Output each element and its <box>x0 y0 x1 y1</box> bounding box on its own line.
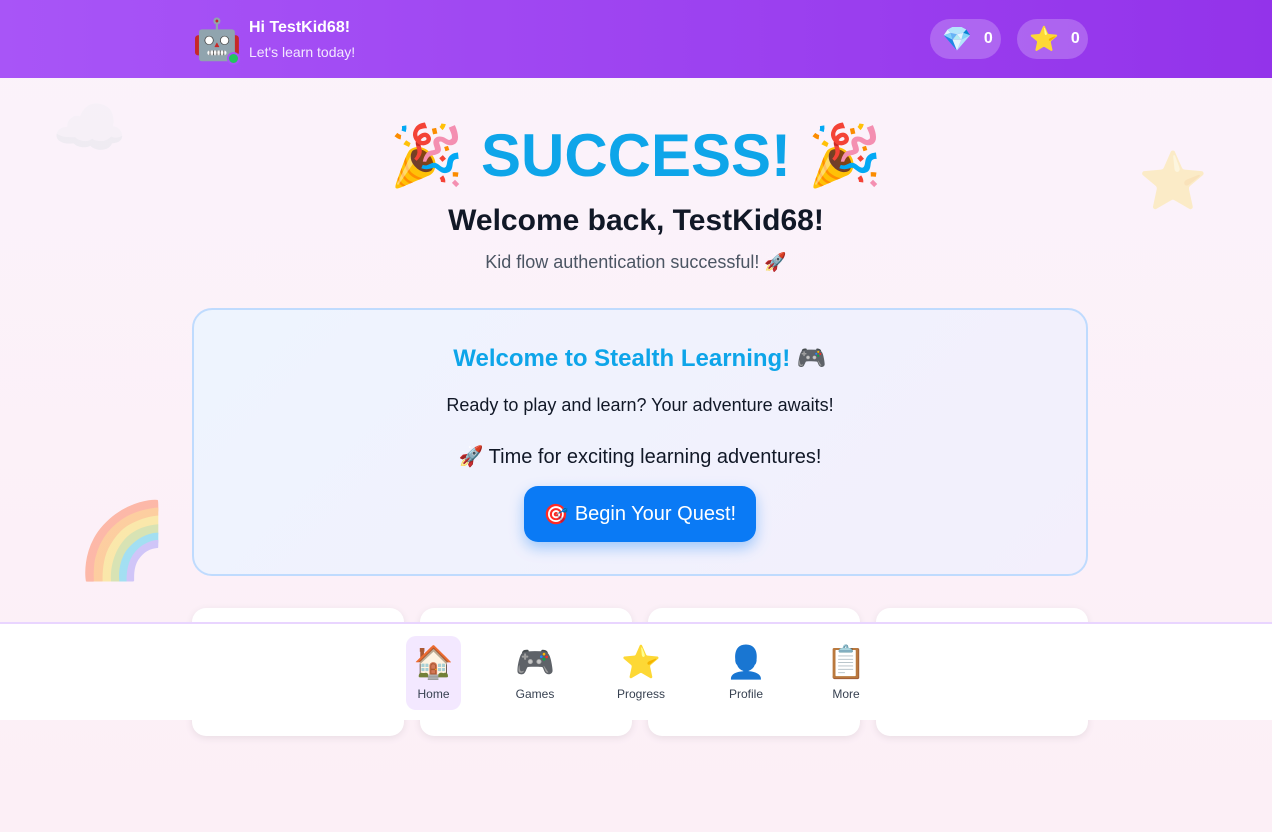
clipboard-icon: 📋 <box>826 644 866 680</box>
auth-success-message: Kid flow authentication successful! 🚀 <box>485 252 787 272</box>
avatar[interactable]: 🤖 <box>192 17 242 65</box>
nav-item-more[interactable]: 📋 More <box>818 636 874 710</box>
nav-label-home: Home <box>417 687 450 701</box>
nav-item-profile[interactable]: 👤 Profile <box>718 636 774 710</box>
gems-counter[interactable]: 💎 0 <box>930 19 1001 59</box>
star-icon: ⭐ <box>621 644 661 680</box>
nav-item-progress[interactable]: ⭐ Progress <box>612 636 670 710</box>
greeting-subtitle: Let's learn today! <box>249 44 356 60</box>
begin-quest-button[interactable]: 🎯 Begin Your Quest! <box>524 486 756 542</box>
stars-count: 0 <box>1070 30 1080 47</box>
party-popper-icon: 🎉 <box>389 122 465 189</box>
welcome-card: Welcome to Stealth Learning! 🎮 Ready to … <box>192 308 1088 576</box>
success-text: SUCCESS! <box>480 122 792 189</box>
greeting-block: Hi TestKid68! Let's learn today! <box>249 19 355 60</box>
online-status-dot <box>227 52 240 65</box>
game-controller-icon: 🎮 <box>515 644 555 680</box>
nav-label-games: Games <box>515 687 555 701</box>
nav-item-home[interactable]: 🏠 Home <box>406 636 461 710</box>
greeting-name: Hi TestKid68! <box>249 19 351 36</box>
nav-item-games[interactable]: 🎮 Games <box>507 636 563 710</box>
target-icon: 🎯 <box>543 503 569 526</box>
stars-counter[interactable]: ⭐ 0 <box>1017 19 1088 59</box>
top-bar: 🤖 Hi TestKid68! Let's learn today! 💎 0 ⭐… <box>0 0 1272 78</box>
success-title: 🎉 SUCCESS! 🎉 <box>0 120 1272 192</box>
nav-label-profile: Profile <box>728 687 763 701</box>
bottom-navigation: 🏠 Home 🎮 Games ⭐ Progress 👤 Profile 📋 Mo… <box>0 622 1272 720</box>
begin-quest-label: Begin Your Quest! <box>574 502 737 525</box>
gem-icon: 💎 <box>942 25 972 53</box>
nav-label-progress: Progress <box>616 687 666 701</box>
gems-count: 0 <box>983 30 993 47</box>
house-icon: 🏠 <box>413 644 454 680</box>
star-icon: ⭐ <box>1029 25 1059 53</box>
party-popper-icon: 🎉 <box>807 122 883 189</box>
card-adventure-text: 🚀 Time for exciting learning adventures! <box>458 446 822 468</box>
card-subtitle: Ready to play and learn? Your adventure … <box>446 395 834 415</box>
rainbow-decoration-icon: 🌈 <box>76 499 169 582</box>
welcome-back-heading: Welcome back, TestKid68! <box>448 204 824 237</box>
user-icon: 👤 <box>726 644 766 680</box>
nav-label-more: More <box>832 687 860 701</box>
card-title: Welcome to Stealth Learning! 🎮 <box>453 345 827 372</box>
